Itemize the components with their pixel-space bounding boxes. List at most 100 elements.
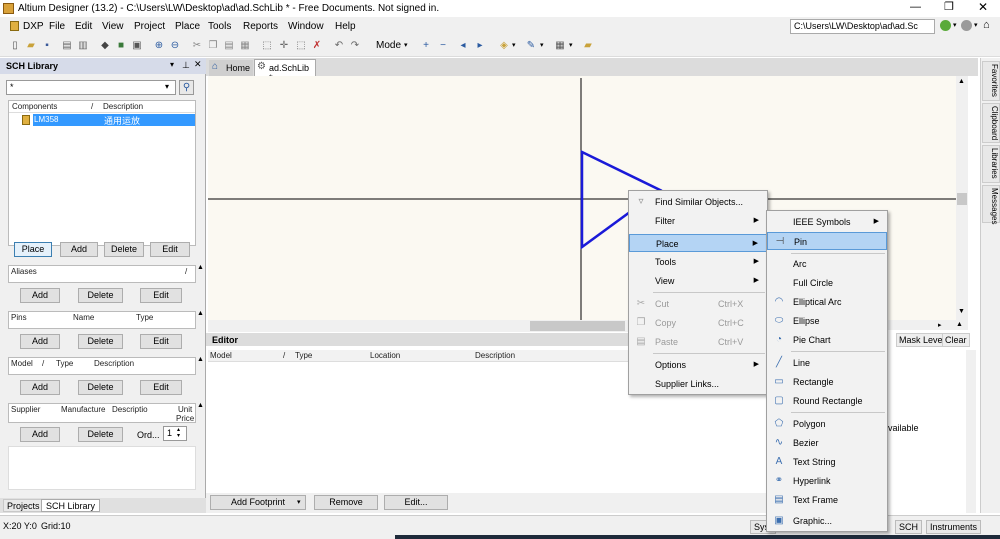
supplier-scroll-up-icon[interactable]: ▲ (197, 402, 204, 409)
new-doc-icon[interactable]: ▯ (8, 39, 22, 53)
editor-description-header[interactable]: Description (475, 351, 515, 360)
edit-model-editor-button[interactable]: Edit... (384, 495, 448, 510)
menu-view[interactable]: View (102, 21, 124, 32)
undo-icon[interactable]: ↶ (332, 39, 346, 53)
status-instruments-button[interactable]: Instruments (926, 520, 982, 534)
filter-input[interactable]: * ▾ (6, 80, 176, 95)
close-icon[interactable]: ✕ (978, 0, 988, 14)
panel-close-icon[interactable]: ✕ (194, 59, 202, 70)
hscroll-up-icon[interactable]: ▲ (956, 321, 963, 328)
add-pin-button[interactable]: Add (20, 334, 60, 349)
menu-edit[interactable]: Edit (75, 21, 92, 32)
paste-icon[interactable]: ▤ (222, 39, 236, 53)
submenu-ellipse[interactable]: ⬭ Ellipse (767, 312, 887, 330)
menu-find-similar[interactable]: ▿ Find Similar Objects... (629, 193, 767, 211)
hscroll-thumb[interactable] (530, 321, 625, 331)
drawing-tools-dropdown-icon[interactable]: ▾ (540, 41, 544, 49)
menu-project[interactable]: Project (134, 21, 165, 32)
hscroll-right-icon[interactable]: ▸ (938, 321, 942, 329)
menu-cut[interactable]: ✂ Cut Ctrl+X (629, 295, 767, 313)
submenu-bezier[interactable]: ∿ Bezier (767, 434, 887, 452)
submenu-full-circle[interactable]: Full Circle (767, 274, 887, 292)
canvas-vertical-scrollbar[interactable]: ▲ ▼ (956, 76, 968, 320)
cut-icon[interactable]: ✂ (190, 39, 204, 53)
mask-level-button[interactable]: Mask Level (896, 333, 948, 347)
edit-component-button[interactable]: Edit (150, 242, 190, 257)
supplier-header[interactable]: Supplier (11, 405, 40, 414)
add-component-button[interactable]: Add (60, 242, 98, 257)
save-icon[interactable]: ▪ (40, 39, 54, 53)
path-box[interactable]: C:\Users\LW\Desktop\ad\ad.Sc (790, 19, 935, 34)
submenu-text-frame[interactable]: ▤ Text Frame (767, 491, 887, 509)
submenu-text-string[interactable]: A Text String (767, 453, 887, 471)
copy-icon[interactable]: ❐ (206, 39, 220, 53)
aliases-scroll-up-icon[interactable]: ▲ (197, 264, 204, 271)
pins-name-header[interactable]: Name (73, 313, 94, 322)
vscroll-up-icon[interactable]: ▲ (958, 78, 965, 85)
zoom-out-icon[interactable]: ⊖ (168, 39, 182, 53)
pins-type-header[interactable]: Type (136, 313, 153, 322)
submenu-polygon[interactable]: ⬠ Polygon (767, 415, 887, 433)
model-header[interactable]: Model (11, 359, 33, 368)
right-panel-scrollbar[interactable] (966, 350, 976, 513)
menu-view[interactable]: View ▶ (629, 272, 767, 290)
filter-search-icon[interactable]: ⚲ (179, 80, 194, 95)
prev-part-icon[interactable]: ◂ (456, 39, 470, 53)
unit-header[interactable]: Unit (178, 405, 192, 414)
submenu-elliptical-arc[interactable]: ◠ Elliptical Arc (767, 293, 887, 311)
add-alias-button[interactable]: Add (20, 288, 60, 303)
place-button[interactable]: Place (14, 242, 52, 257)
menu-place[interactable]: Place ▶ (629, 234, 767, 252)
editor-model-header[interactable]: Model (210, 351, 232, 360)
delete-model-button[interactable]: Delete (78, 380, 123, 395)
clear-button[interactable]: Clear (942, 333, 970, 347)
drawing-tools-icon[interactable]: ✎ (524, 39, 538, 53)
remove-part-icon[interactable]: − (436, 39, 450, 53)
chip-icon[interactable]: ■ (114, 39, 128, 53)
pins-scroll-up-icon[interactable]: ▲ (197, 310, 204, 317)
tab-home[interactable]: ⌂ Home (209, 60, 253, 76)
filter-dropdown-icon[interactable]: ▾ (165, 82, 169, 91)
description-header[interactable]: Description (103, 102, 143, 111)
print-preview-icon[interactable]: ▥ (76, 39, 90, 53)
editor-type-header[interactable]: Type (295, 351, 312, 360)
model-type-header[interactable]: Type (56, 359, 73, 368)
side-tab-favorites[interactable]: Favorites (982, 61, 1000, 101)
vscroll-thumb[interactable] (957, 193, 967, 205)
select-area-icon[interactable]: ⬚ (260, 39, 274, 53)
deselect-icon[interactable]: ⬚ (294, 39, 308, 53)
minimize-icon[interactable]: — (910, 1, 921, 13)
vscroll-down-icon[interactable]: ▼ (958, 308, 965, 315)
menu-reports[interactable]: Reports (243, 21, 278, 32)
folder-icon[interactable]: ▰ (581, 39, 595, 53)
next-part-icon[interactable]: ▸ (473, 39, 487, 53)
delete-alias-button[interactable]: Delete (78, 288, 123, 303)
tab-schlib[interactable]: ⚙ ad.SchLib * (254, 59, 316, 83)
submenu-pie-chart[interactable]: ◔ Pie Chart (767, 331, 887, 349)
nav-back-icon[interactable] (961, 20, 972, 31)
edit-alias-button[interactable]: Edit (140, 288, 182, 303)
model-scroll-up-icon[interactable]: ▲ (197, 356, 204, 363)
layers-icon[interactable]: ◆ (98, 39, 112, 53)
menu-file[interactable]: File (49, 21, 65, 32)
redo-icon[interactable]: ↷ (348, 39, 362, 53)
add-part-icon[interactable]: + (419, 39, 433, 53)
price-header[interactable]: Price (176, 414, 194, 423)
aliases-header[interactable]: Aliases (11, 267, 37, 276)
component-row[interactable]: LM358 通用运放 (19, 114, 195, 126)
components-header[interactable]: Components (12, 102, 57, 111)
supplier-description-header[interactable]: Descriptio (112, 405, 148, 414)
place-tools-icon[interactable]: ◈ (497, 39, 511, 53)
side-tab-clipboard[interactable]: Clipboard (982, 103, 1000, 143)
add-footprint-button[interactable]: Add Footprint (210, 495, 306, 510)
grid-dropdown-icon[interactable]: ▾ (569, 41, 573, 49)
edit-model-button[interactable]: Edit (140, 380, 182, 395)
mode-dropdown-icon[interactable]: ▾ (404, 41, 408, 49)
submenu-pin[interactable]: ⊣ Pin (767, 232, 887, 250)
pins-header[interactable]: Pins (11, 313, 27, 322)
order-quantity-input[interactable]: 1 ▴ ▾ (163, 426, 187, 441)
delete-component-button[interactable]: Delete (104, 242, 144, 257)
submenu-ieee-symbols[interactable]: IEEE Symbols ▶ (767, 213, 887, 231)
tab-sch-library[interactable]: SCH Library (41, 499, 101, 512)
menu-dxp[interactable]: DXP (23, 21, 44, 32)
